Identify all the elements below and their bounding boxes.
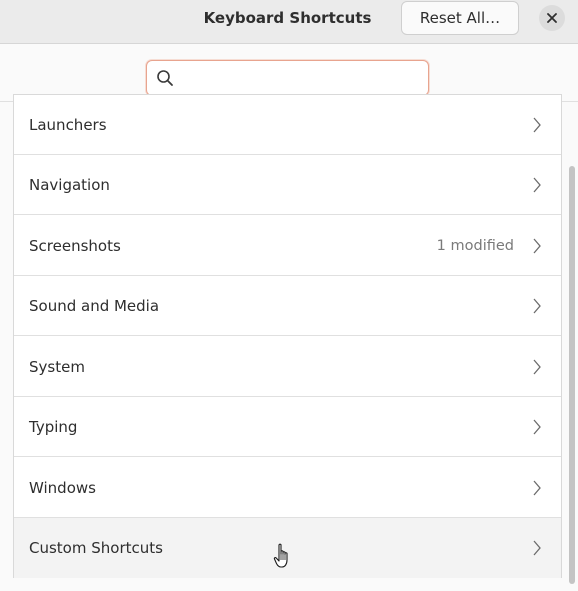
close-button[interactable] <box>539 5 565 31</box>
category-label: Launchers <box>29 116 107 134</box>
category-label: Windows <box>29 479 96 497</box>
chevron-right-icon <box>533 238 541 254</box>
category-label: Custom Shortcuts <box>29 539 163 557</box>
chevron-right-icon <box>533 359 541 375</box>
headerbar: Keyboard Shortcuts Reset All… <box>0 0 578 44</box>
category-row-system[interactable]: System <box>14 337 561 397</box>
chevron-right-icon <box>533 480 541 496</box>
category-label: Navigation <box>29 176 110 194</box>
keyboard-shortcuts-window: Keyboard Shortcuts Reset All… Launchers … <box>0 0 578 591</box>
category-row-typing[interactable]: Typing <box>14 397 561 457</box>
category-label: System <box>29 358 85 376</box>
close-icon <box>547 13 557 23</box>
scrollbar[interactable] <box>569 166 575 584</box>
chevron-right-icon <box>533 298 541 314</box>
category-row-navigation[interactable]: Navigation <box>14 155 561 215</box>
hand-pointer-cursor <box>273 543 288 568</box>
reset-all-button[interactable]: Reset All… <box>401 1 519 35</box>
category-label: Screenshots <box>29 237 121 255</box>
category-label: Sound and Media <box>29 297 160 315</box>
category-row-sound-and-media[interactable]: Sound and Media <box>14 276 561 336</box>
chevron-right-icon <box>533 419 541 435</box>
category-row-screenshots[interactable]: Screenshots 1 modified <box>14 216 561 276</box>
search-input[interactable] <box>179 65 423 91</box>
chevron-right-icon <box>533 117 541 133</box>
modified-count: 1 modified <box>436 238 514 254</box>
chevron-right-icon <box>533 177 541 193</box>
chevron-right-icon <box>533 540 541 556</box>
search-icon <box>157 70 173 86</box>
category-row-launchers[interactable]: Launchers <box>14 95 561 155</box>
shortcut-category-list: Launchers Navigation Screenshots 1 modif… <box>13 94 562 578</box>
category-label: Typing <box>29 418 78 436</box>
search-entry[interactable] <box>146 60 429 96</box>
category-row-windows[interactable]: Windows <box>14 458 561 518</box>
